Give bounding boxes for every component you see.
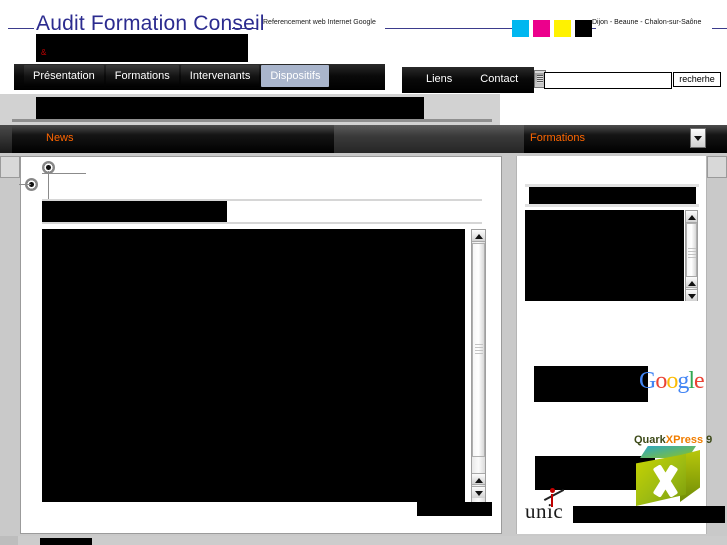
- chevron-down-icon[interactable]: [690, 128, 706, 148]
- scroll-down-arrow-icon[interactable]: [472, 486, 485, 498]
- search-button[interactable]: recherhe: [673, 72, 721, 87]
- google-letter-e: e: [694, 368, 705, 394]
- tab-liens[interactable]: Liens: [412, 68, 466, 90]
- header-rule-center: [385, 28, 513, 29]
- xpress-word: XPress: [665, 434, 704, 446]
- black-swatch-icon: [575, 20, 592, 37]
- section-bars: News Formations: [0, 125, 727, 156]
- unic-logo: unic: [525, 488, 565, 524]
- header-tagline: Referencement web Internet Google: [263, 19, 376, 26]
- yellow-swatch-icon: [554, 20, 571, 37]
- content-stage: Google QuarkXPress 9 unic: [0, 156, 727, 536]
- stage-grip-left[interactable]: [0, 156, 20, 178]
- content-redacted-block-lower: [42, 475, 465, 502]
- guide-line-h-left: [19, 184, 31, 185]
- search-field[interactable]: [544, 72, 672, 91]
- scrollbar-grip-icon: [474, 344, 483, 354]
- header-rule-far-right: [712, 28, 727, 29]
- tab-presentation[interactable]: Présentation: [24, 65, 104, 87]
- main-tabs: Présentation Formations Intervenants Dis…: [24, 65, 331, 87]
- sidebar-scroll-down-arrow-icon[interactable]: [686, 289, 697, 301]
- google-letter-g: g: [677, 368, 689, 394]
- bottom-strip: [0, 536, 727, 545]
- sidebar-scroll-up-arrow-icon[interactable]: [686, 211, 697, 223]
- ampersand-mark: &: [41, 48, 47, 57]
- news-bar-label: News: [46, 132, 74, 144]
- sub-band-right: [500, 94, 727, 125]
- unic-figure-icon: [543, 488, 565, 508]
- sidebar-scroll-up-arrow-icon-secondary[interactable]: [686, 276, 697, 288]
- sub-band-shadow: [12, 119, 492, 122]
- browser-page: Audit Formation Conseil Referencement web…: [0, 0, 727, 545]
- content-scrollbar-thumb[interactable]: [472, 243, 485, 457]
- google-letter-o1: o: [655, 368, 667, 394]
- scroll-up-arrow-icon-secondary[interactable]: [472, 473, 485, 485]
- sidebar-scrollbar-thumb[interactable]: [686, 223, 697, 281]
- heading-rule-bottom: [42, 222, 482, 224]
- scroll-up-arrow-icon[interactable]: [472, 230, 485, 242]
- stage-grip-right[interactable]: [707, 156, 727, 178]
- heading-redacted-block: [42, 201, 227, 222]
- header-rule-left: [8, 28, 34, 29]
- sub-band: [0, 94, 727, 125]
- search-input[interactable]: [545, 75, 671, 91]
- magenta-swatch-icon: [533, 20, 550, 37]
- bottom-strip-left-cap: [0, 536, 18, 545]
- site-title: Audit Formation Conseil: [36, 12, 265, 36]
- sidebar-panel-redacted-block: [525, 210, 684, 301]
- google-letter-o2: o: [666, 368, 678, 394]
- formations-bar-label: Formations: [530, 132, 586, 144]
- taskbar-button[interactable]: [40, 538, 92, 545]
- google-letter-G: G: [639, 368, 656, 394]
- sidebar-footer-redacted-block: [573, 506, 725, 523]
- content-scrollbar[interactable]: [471, 229, 486, 503]
- content-redacted-block: [42, 229, 465, 475]
- quark-version: 9: [703, 434, 713, 446]
- tab-formations[interactable]: Formations: [105, 65, 179, 87]
- google-logo: Google: [639, 368, 705, 395]
- cyan-swatch-icon: [512, 20, 529, 37]
- sub-band-redacted-block: [36, 97, 424, 119]
- tab-contact[interactable]: Contact: [466, 68, 532, 90]
- site-header: Audit Formation Conseil Referencement web…: [0, 0, 727, 62]
- site-title-part2: Formation Conseil: [90, 12, 265, 35]
- secondary-tabs: Liens Contact: [412, 68, 547, 90]
- header-redacted-block: [36, 34, 248, 62]
- quarkxpress-x-logo-icon: [636, 446, 700, 508]
- sidebar-scrollbar-grip-icon: [687, 248, 696, 258]
- footer-redacted-block: [417, 502, 492, 516]
- main-document: [19, 156, 502, 534]
- google-redacted-block: [534, 366, 648, 402]
- sidebar-scrollbar[interactable]: [685, 210, 698, 301]
- bar-left-cap: [0, 125, 12, 153]
- cmyk-swatches: [512, 20, 596, 37]
- bar-middle-gradient: [334, 125, 524, 153]
- sidebar-title-redacted-block: [529, 187, 696, 204]
- quark-word: Quark: [634, 434, 666, 446]
- tab-intervenants[interactable]: Intervenants: [180, 65, 260, 87]
- tab-dispositifs[interactable]: Dispositifs: [261, 65, 330, 87]
- site-title-part1: Audit: [36, 12, 85, 35]
- header-cities: Dijon - Beaune - Chalon-sur-Saône: [592, 19, 702, 26]
- sidebar-rule-bottom: [525, 204, 699, 207]
- sidebar-document: Google QuarkXPress 9 unic: [516, 156, 725, 534]
- quarkxpress-wordmark: QuarkXPress 9: [634, 434, 712, 446]
